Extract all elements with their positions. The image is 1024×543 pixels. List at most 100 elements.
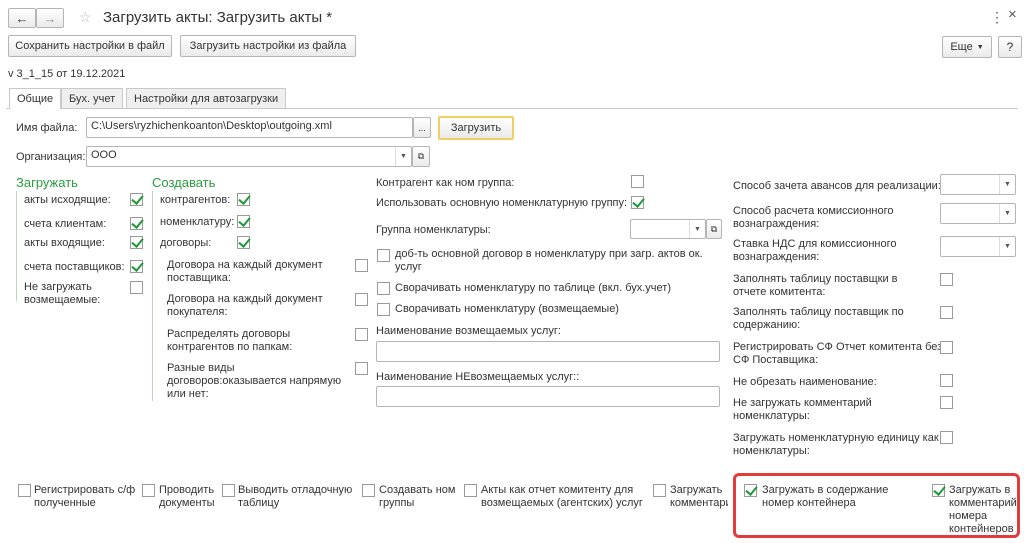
chevron-down-icon: ▼ bbox=[999, 204, 1015, 223]
create-section-line bbox=[152, 191, 153, 401]
no-load-comment-checkbox[interactable] bbox=[940, 396, 953, 409]
contract-types-checkbox[interactable] bbox=[355, 362, 368, 375]
open-organization-button[interactable]: ⧉ bbox=[412, 146, 430, 167]
save-settings-button[interactable]: Сохранить настройки в файл bbox=[8, 35, 172, 57]
reimb-name-label: Наименование возмещаемых услуг: bbox=[376, 325, 561, 337]
load-comment-checkbox[interactable] bbox=[653, 484, 666, 497]
load-item-label: счета поставщиков: bbox=[24, 261, 125, 273]
version-label: v 3_1_15 от 19.12.2021 bbox=[8, 68, 126, 80]
collapse-table-checkbox[interactable] bbox=[377, 282, 390, 295]
create-item-label: Распределять договоры контрагентов по па… bbox=[167, 328, 293, 353]
register-invoice-checkbox[interactable] bbox=[940, 341, 953, 354]
more-button[interactable]: Еще ▼ bbox=[942, 36, 992, 58]
chevron-down-icon: ▼ bbox=[689, 220, 705, 238]
fill-supplier-content-checkbox[interactable] bbox=[940, 306, 953, 319]
tab-accounting[interactable]: Бух. учет bbox=[61, 88, 124, 108]
create-item-label: Договора на каждый документ покупателя: bbox=[167, 293, 323, 318]
load-settings-button[interactable]: Загрузить настройки из файла bbox=[180, 35, 356, 57]
load-section-line bbox=[16, 191, 17, 301]
fill-supplier-table-label: Заполнять таблицу поставщки в отчете ком… bbox=[733, 273, 898, 298]
load-section-title: Загружать bbox=[16, 175, 78, 190]
counterparty-group-label: Контрагент как ном группа: bbox=[376, 177, 515, 189]
no-trim-name-checkbox[interactable] bbox=[940, 374, 953, 387]
commission-method-label: Способ расчета комиссионного вознагражде… bbox=[733, 205, 894, 230]
load-button[interactable]: Загрузить bbox=[438, 116, 514, 140]
nom-group-label: Группа номенклатуры: bbox=[376, 224, 491, 236]
debug-table-checkbox[interactable] bbox=[222, 484, 235, 497]
create-item-label: Договора на каждый документ поставщика: bbox=[167, 259, 323, 284]
create-contracts-checkbox[interactable] bbox=[237, 236, 250, 249]
chevron-down-icon: ▼ bbox=[999, 175, 1015, 194]
help-button[interactable]: ? bbox=[998, 36, 1022, 58]
reimb-name-input[interactable] bbox=[376, 341, 720, 362]
commission-method-select[interactable]: ▼ bbox=[940, 203, 1016, 224]
load-unit-checkbox[interactable] bbox=[940, 431, 953, 444]
window-title: Загрузить акты: Загрузить акты * bbox=[103, 9, 333, 26]
load-invoices-suppliers-checkbox[interactable] bbox=[130, 260, 143, 273]
create-item-label: договоры: bbox=[160, 237, 212, 249]
advance-method-select[interactable]: ▼ bbox=[940, 174, 1016, 195]
load-invoices-clients-checkbox[interactable] bbox=[130, 217, 143, 230]
collapse-reimb-checkbox[interactable] bbox=[377, 303, 390, 316]
collapse-table-label: Сворачивать номенклатуру по таблице (вкл… bbox=[395, 282, 671, 294]
register-received-invoices-checkbox[interactable] bbox=[18, 484, 31, 497]
browse-button[interactable]: ... bbox=[413, 117, 431, 138]
arrow-left-icon: ← bbox=[15, 10, 29, 26]
nonreimb-name-input[interactable] bbox=[376, 386, 720, 407]
dropdown-arrow-icon: ▼ bbox=[976, 43, 984, 51]
load-item-label: акты входящие: bbox=[24, 237, 105, 249]
open-icon: ⧉ bbox=[417, 151, 425, 161]
post-documents-checkbox[interactable] bbox=[142, 484, 155, 497]
bottom-item-label: Создавать ном группы bbox=[379, 484, 456, 509]
fill-supplier-table-checkbox[interactable] bbox=[940, 273, 953, 286]
load-item-label: счета клиентам: bbox=[24, 218, 107, 230]
organization-select[interactable]: ООО ▼ bbox=[86, 146, 412, 167]
load-item-label: акты исходящие: bbox=[24, 194, 111, 206]
distribute-contracts-checkbox[interactable] bbox=[355, 328, 368, 341]
bottom-item-label: Загружать в комментарий номера контейнер… bbox=[949, 484, 1017, 535]
create-section-title: Создавать bbox=[152, 175, 216, 190]
counterparty-group-checkbox[interactable] bbox=[631, 175, 644, 188]
more-actions-icon[interactable]: ⋮ bbox=[990, 9, 1004, 26]
contract-per-supplier-doc-checkbox[interactable] bbox=[355, 259, 368, 272]
load-container-content-checkbox[interactable] bbox=[744, 484, 757, 497]
create-item-label: контрагентов: bbox=[160, 194, 231, 206]
arrow-right-icon: → bbox=[43, 10, 57, 26]
open-nom-group-button[interactable]: ⧉ bbox=[706, 219, 722, 239]
acts-as-report-checkbox[interactable] bbox=[464, 484, 477, 497]
create-item-label: номенклатуру: bbox=[160, 216, 235, 228]
bottom-item-label: Загружать комментарий bbox=[670, 484, 728, 509]
organization-label: Организация: bbox=[16, 151, 86, 163]
tab-general[interactable]: Общие bbox=[9, 88, 62, 109]
use-main-group-checkbox[interactable] bbox=[631, 196, 644, 209]
collapse-reimb-label: Сворачивать номенклатуру (возмещаемые) bbox=[395, 303, 619, 315]
create-nom-groups-checkbox[interactable] bbox=[362, 484, 375, 497]
contract-per-buyer-doc-checkbox[interactable] bbox=[355, 293, 368, 306]
bottom-item-label: Регистрировать с/ф полученные bbox=[34, 484, 136, 509]
register-invoice-label: Регистрировать СФ Отчет комитента без СФ… bbox=[733, 341, 943, 366]
chevron-down-icon: ▼ bbox=[999, 237, 1015, 256]
load-item-label: Не загружать возмещаемые: bbox=[24, 281, 101, 306]
not-load-reimbursable-checkbox[interactable] bbox=[130, 281, 143, 294]
vat-rate-select[interactable]: ▼ bbox=[940, 236, 1016, 257]
load-container-comment-checkbox[interactable] bbox=[932, 484, 945, 497]
advance-method-label: Способ зачета авансов для реализации: bbox=[733, 180, 941, 192]
load-acts-out-checkbox[interactable] bbox=[130, 193, 143, 206]
fill-supplier-content-label: Заполнять таблицу поставщик по содержани… bbox=[733, 306, 904, 331]
nom-group-select[interactable]: ▼ bbox=[630, 219, 706, 239]
back-button[interactable]: ← bbox=[8, 8, 36, 28]
tab-autoload[interactable]: Настройки для автозагрузки bbox=[126, 88, 287, 108]
create-nomenclature-checkbox[interactable] bbox=[237, 215, 250, 228]
file-name-label: Имя файла: bbox=[16, 122, 78, 134]
load-acts-in-checkbox[interactable] bbox=[130, 236, 143, 249]
bottom-item-label: Выводить отладочную таблицу bbox=[238, 484, 353, 509]
bookmark-icon[interactable]: ☆ bbox=[79, 9, 92, 26]
create-item-label: Разные виды договоров:оказывается напрям… bbox=[167, 362, 342, 400]
close-icon[interactable]: × bbox=[1008, 6, 1017, 23]
file-name-input[interactable]: C:\Users\ryzhichenkoanton\Desktop\outgoi… bbox=[86, 117, 413, 138]
add-main-contract-checkbox[interactable] bbox=[377, 249, 390, 262]
tab-bar-line bbox=[6, 108, 1018, 109]
no-load-comment-label: Не загружать комментарий номенклатуры: bbox=[733, 397, 872, 422]
forward-button[interactable]: → bbox=[36, 8, 64, 28]
create-counterparties-checkbox[interactable] bbox=[237, 193, 250, 206]
